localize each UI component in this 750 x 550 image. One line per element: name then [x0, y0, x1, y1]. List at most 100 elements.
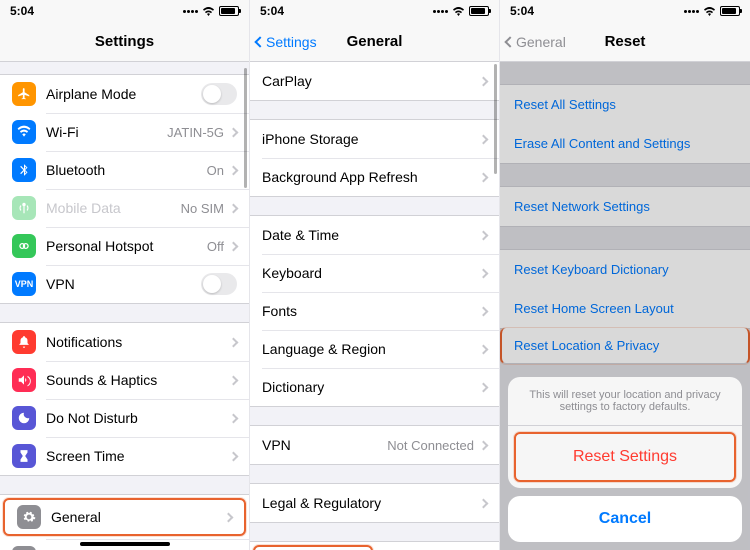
- status-bar: 5:04: [500, 0, 750, 22]
- row-sounds[interactable]: Sounds & Haptics: [0, 361, 249, 399]
- nav-header: General Reset: [500, 22, 750, 62]
- chevron-right-icon: [479, 440, 489, 450]
- wifi-icon: [202, 7, 215, 16]
- row-detail: Off: [207, 239, 224, 254]
- page-title: Settings: [95, 33, 154, 50]
- row-vpn[interactable]: VPN VPN: [0, 265, 249, 303]
- chevron-right-icon: [479, 498, 489, 508]
- speaker-icon: [12, 368, 36, 392]
- row-label: Legal & Regulatory: [262, 495, 480, 511]
- row-label: Fonts: [262, 303, 480, 319]
- status-right: [684, 6, 740, 16]
- hotspot-icon: [12, 234, 36, 258]
- row-bluetooth[interactable]: Bluetooth On: [0, 151, 249, 189]
- screen-general: 5:04 Settings General CarPlay iPhone Sto…: [250, 0, 500, 550]
- row-detail: On: [207, 163, 224, 178]
- bluetooth-icon: [12, 158, 36, 182]
- row-label: Keyboard: [262, 265, 480, 281]
- home-indicator[interactable]: [80, 542, 170, 546]
- row-carplay[interactable]: CarPlay: [250, 62, 499, 100]
- nav-header: Settings General: [250, 22, 499, 62]
- vpn-toggle[interactable]: [201, 273, 237, 295]
- row-detail: JATIN-5G: [167, 125, 224, 140]
- row-mobile-data[interactable]: Mobile Data No SIM: [0, 189, 249, 227]
- row-screen-time[interactable]: Screen Time: [0, 437, 249, 475]
- chevron-right-icon: [229, 413, 239, 423]
- row-label: Wi-Fi: [46, 124, 167, 140]
- row-notifications[interactable]: Notifications: [0, 323, 249, 361]
- airplane-toggle[interactable]: [201, 83, 237, 105]
- row-legal[interactable]: Legal & Regulatory: [250, 484, 499, 522]
- row-vpn[interactable]: VPN Not Connected: [250, 426, 499, 464]
- row-language-region[interactable]: Language & Region: [250, 330, 499, 368]
- action-sheet: This will reset your location and privac…: [508, 377, 742, 542]
- status-right: [183, 6, 239, 16]
- row-label: Sounds & Haptics: [46, 372, 230, 388]
- row-label: Do Not Disturb: [46, 410, 230, 426]
- back-button[interactable]: General: [506, 34, 566, 50]
- row-fonts[interactable]: Fonts: [250, 292, 499, 330]
- wifi-icon: [703, 7, 716, 16]
- row-detail: No SIM: [181, 201, 224, 216]
- row-date-time[interactable]: Date & Time: [250, 216, 499, 254]
- row-reset[interactable]: Reset: [253, 545, 373, 550]
- cancel-button[interactable]: Cancel: [508, 496, 742, 542]
- row-label: Dictionary: [262, 379, 480, 395]
- row-wifi[interactable]: Wi-Fi JATIN-5G: [0, 113, 249, 151]
- chevron-right-icon: [229, 337, 239, 347]
- screen-reset: 5:04 General Reset Reset All Settings Er…: [500, 0, 750, 550]
- scrollbar[interactable]: [244, 68, 247, 188]
- chevron-right-icon: [229, 127, 239, 137]
- chevron-right-icon: [224, 512, 234, 522]
- reset-settings-button[interactable]: Reset Settings: [514, 432, 736, 482]
- row-label: VPN: [46, 276, 201, 292]
- row-label: Airplane Mode: [46, 86, 201, 102]
- chevron-left-icon: [254, 36, 265, 47]
- vpn-icon: VPN: [12, 272, 36, 296]
- row-personal-hotspot[interactable]: Personal Hotspot Off: [0, 227, 249, 265]
- bell-icon: [12, 330, 36, 354]
- status-time: 5:04: [10, 4, 34, 18]
- antenna-icon: [12, 196, 36, 220]
- row-label: Screen Time: [46, 448, 230, 464]
- chevron-right-icon: [229, 451, 239, 461]
- row-do-not-disturb[interactable]: Do Not Disturb: [0, 399, 249, 437]
- row-label: CarPlay: [262, 73, 480, 89]
- chevron-right-icon: [229, 241, 239, 251]
- sheet-message: This will reset your location and privac…: [508, 377, 742, 426]
- chevron-right-icon: [479, 76, 489, 86]
- chevron-right-icon: [229, 165, 239, 175]
- row-dictionary[interactable]: Dictionary: [250, 368, 499, 406]
- status-bar: 5:04: [250, 0, 499, 22]
- status-time: 5:04: [510, 4, 534, 18]
- row-detail: Not Connected: [387, 438, 474, 453]
- scrollbar[interactable]: [494, 64, 497, 174]
- row-iphone-storage[interactable]: iPhone Storage: [250, 120, 499, 158]
- moon-icon: [12, 406, 36, 430]
- row-label: Notifications: [46, 334, 230, 350]
- chevron-right-icon: [229, 203, 239, 213]
- hourglass-icon: [12, 444, 36, 468]
- nav-header: Settings: [0, 22, 249, 62]
- row-label: Date & Time: [262, 227, 480, 243]
- row-airplane-mode[interactable]: Airplane Mode: [0, 75, 249, 113]
- sliders-icon: [12, 546, 36, 550]
- chevron-right-icon: [479, 268, 489, 278]
- chevron-right-icon: [229, 375, 239, 385]
- wifi-icon: [452, 7, 465, 16]
- row-background-refresh[interactable]: Background App Refresh: [250, 158, 499, 196]
- chevron-right-icon: [479, 230, 489, 240]
- page-title: Reset: [605, 33, 646, 50]
- row-label: Background App Refresh: [262, 169, 480, 185]
- chevron-right-icon: [479, 344, 489, 354]
- status-right: [433, 6, 489, 16]
- row-general[interactable]: General: [3, 498, 246, 536]
- gear-icon: [17, 505, 41, 529]
- airplane-icon: [12, 82, 36, 106]
- chevron-right-icon: [479, 172, 489, 182]
- page-title: General: [347, 33, 403, 50]
- back-button[interactable]: Settings: [256, 34, 317, 50]
- row-keyboard[interactable]: Keyboard: [250, 254, 499, 292]
- chevron-left-icon: [504, 36, 515, 47]
- row-label: Language & Region: [262, 341, 480, 357]
